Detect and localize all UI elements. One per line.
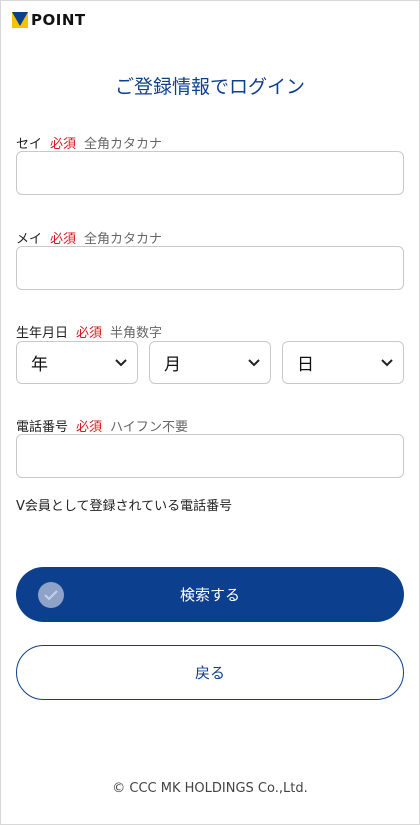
birth-hint: 半角数字 [110, 326, 163, 341]
mei-hint: 全角カタカナ [84, 232, 163, 247]
copyright: © CCC MK HOLDINGS Co.,Ltd. [112, 781, 308, 796]
phone-note: V会員として登録されている電話番号 [16, 499, 233, 514]
header-logo: POINT [12, 10, 86, 30]
phone-label-row: 電話番号 必須 ハイフン不要 [16, 416, 188, 435]
back-button-label: 戻る [194, 664, 225, 682]
required-badge: 必須 [76, 326, 103, 341]
birth-year-value: 年 [31, 355, 48, 375]
required-badge: 必須 [50, 137, 77, 152]
mei-label: メイ [16, 232, 43, 247]
sei-input[interactable] [16, 151, 404, 195]
sei-hint: 全角カタカナ [84, 137, 163, 152]
phone-label: 電話番号 [16, 420, 69, 435]
required-badge: 必須 [76, 420, 103, 435]
required-badge: 必須 [50, 232, 77, 247]
chevron-down-icon [381, 358, 393, 366]
mei-label-row: メイ 必須 全角カタカナ [16, 228, 162, 247]
v-logo-icon [12, 12, 28, 28]
birth-label: 生年月日 [16, 326, 69, 341]
logo-text: POINT [31, 11, 86, 29]
birth-month-select[interactable]: 月 [149, 341, 271, 384]
phone-hint: ハイフン不要 [110, 420, 189, 435]
birth-year-select[interactable]: 年 [16, 341, 138, 384]
birth-month-value: 月 [164, 355, 181, 375]
birth-day-value: 日 [297, 355, 314, 375]
search-button[interactable]: 検索する [16, 567, 404, 622]
page-frame [0, 0, 420, 825]
page-title: ご登録情報でログイン [114, 76, 305, 98]
phone-input[interactable] [16, 434, 404, 478]
back-button[interactable]: 戻る [16, 645, 404, 700]
check-icon [38, 582, 64, 608]
birth-label-row: 生年月日 必須 半角数字 [16, 322, 162, 341]
birth-day-select[interactable]: 日 [282, 341, 404, 384]
sei-label: セイ [16, 137, 43, 152]
chevron-down-icon [248, 358, 260, 366]
search-button-label: 検索する [179, 586, 240, 604]
chevron-down-icon [115, 358, 127, 366]
sei-label-row: セイ 必須 全角カタカナ [16, 133, 162, 152]
mei-input[interactable] [16, 246, 404, 290]
